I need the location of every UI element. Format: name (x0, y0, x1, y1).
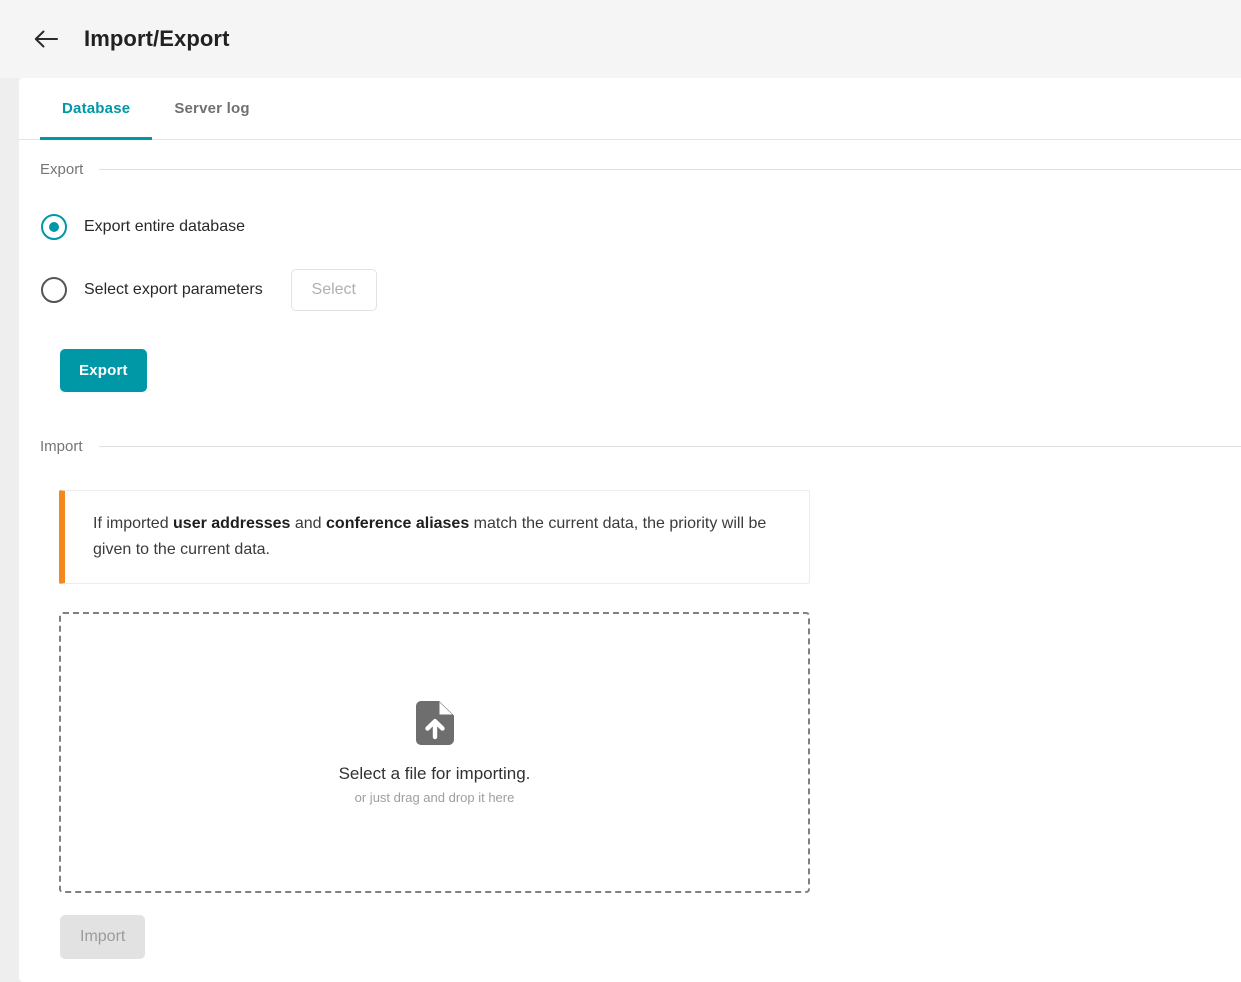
import-section-header: Import (19, 438, 1241, 455)
content-panel: Database Server log Export Export entire… (19, 78, 1241, 982)
tab-server-log-label: Server log (174, 100, 250, 117)
file-upload-icon (415, 700, 454, 745)
file-dropzone[interactable]: Select a file for importing. or just dra… (59, 612, 810, 893)
import-export-page: Import/Export Database Server log Export… (0, 0, 1241, 982)
notice-bold-conference-aliases: conference aliases (326, 514, 470, 532)
export-section-label: Export (40, 161, 84, 178)
page-header: Import/Export (0, 0, 1241, 78)
import-section-label: Import (40, 438, 83, 455)
import-notice-text: If imported user addresses and conferenc… (93, 511, 787, 564)
back-button[interactable] (26, 19, 66, 59)
notice-middle: and (290, 514, 327, 532)
select-parameters-button[interactable]: Select (290, 269, 377, 311)
notice-bold-user-addresses: user addresses (173, 514, 291, 532)
page-title: Import/Export (84, 26, 230, 51)
radio-row-entire-database[interactable]: Export entire database (19, 214, 1241, 240)
section-divider (98, 446, 1241, 447)
tab-server-log[interactable]: Server log (152, 78, 271, 139)
radio-row-export-parameters[interactable]: Select export parameters Select (19, 269, 1241, 311)
radio-select-export-parameters[interactable] (41, 277, 67, 303)
tab-bar: Database Server log (19, 78, 1241, 140)
tab-database[interactable]: Database (40, 78, 153, 140)
radio-export-entire-database[interactable] (41, 214, 67, 240)
notice-prefix: If imported (93, 514, 174, 532)
import-button[interactable]: Import (60, 915, 146, 959)
arrow-left-icon (33, 28, 59, 50)
dropzone-subtitle: or just drag and drop it here (354, 789, 515, 805)
radio-export-entire-database-label[interactable]: Export entire database (84, 218, 245, 236)
section-divider (99, 169, 1241, 170)
export-button[interactable]: Export (60, 349, 147, 392)
radio-select-export-parameters-label[interactable]: Select export parameters (84, 281, 263, 299)
panel-content: Export Export entire database Select exp… (19, 161, 1241, 959)
import-notice: If imported user addresses and conferenc… (59, 490, 810, 584)
export-section-header: Export (19, 161, 1241, 178)
dropzone-title: Select a file for importing. (338, 763, 531, 783)
tab-database-label: Database (62, 100, 131, 117)
